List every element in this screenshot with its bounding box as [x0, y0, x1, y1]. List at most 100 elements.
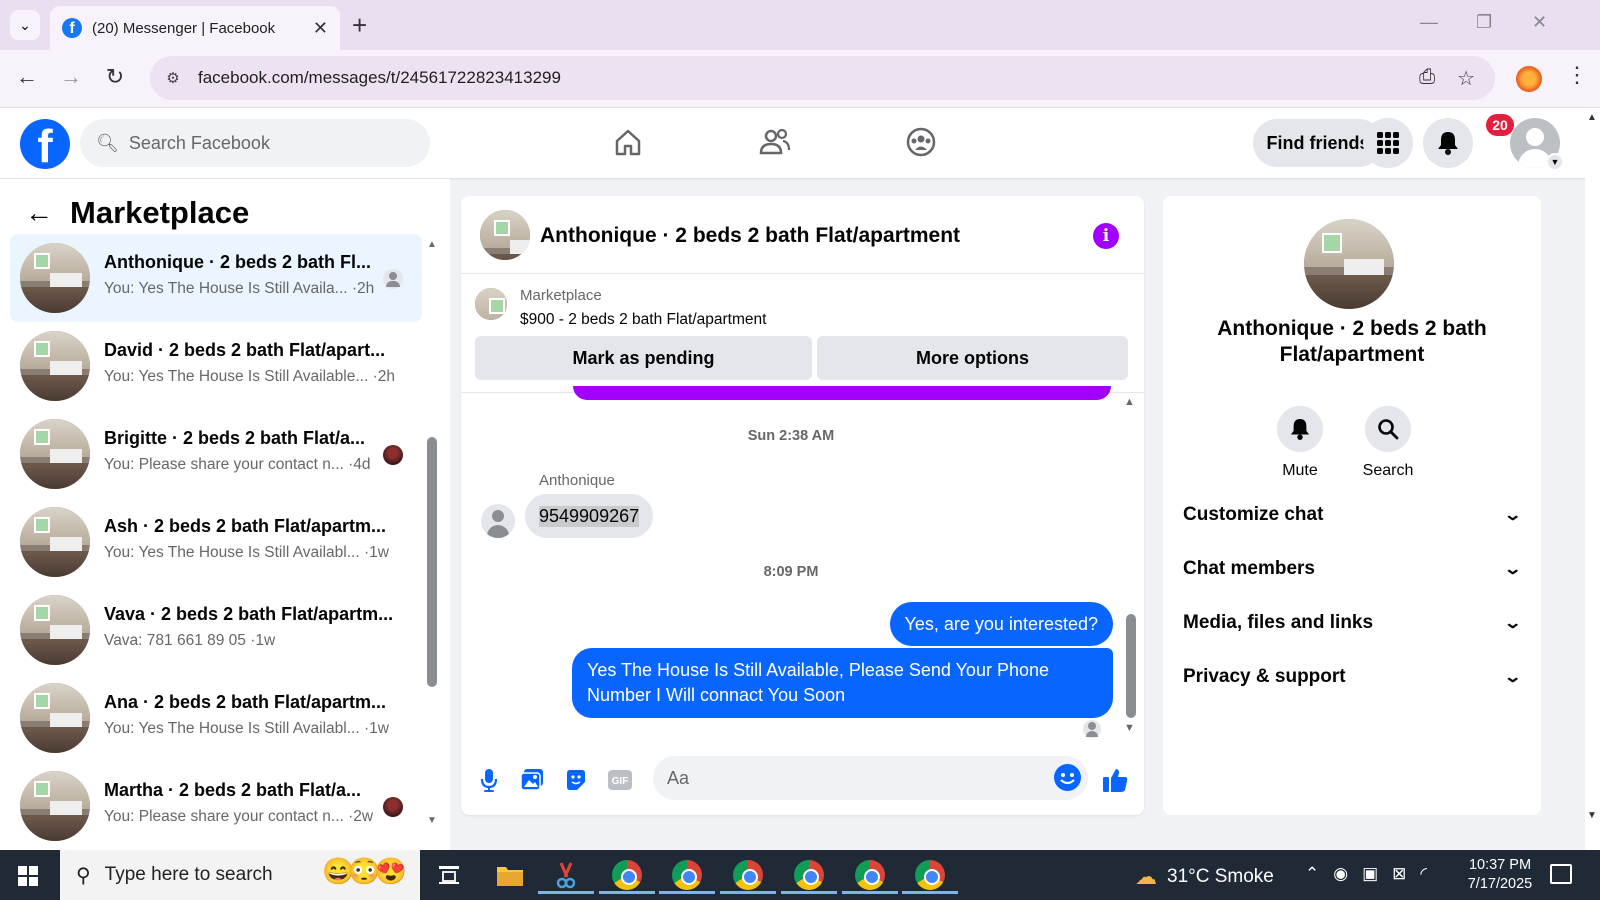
chrome-window-icon[interactable]	[842, 858, 898, 894]
back-icon[interactable]: ←	[12, 64, 42, 90]
network-icon[interactable]: ⊠	[1392, 864, 1406, 884]
conversation-preview: You: Please share your contact n... ·4d	[104, 456, 371, 473]
conversation-item[interactable]: David · 2 beds 2 bath Flat/apart... You:…	[10, 322, 422, 410]
more-options-button[interactable]: More options	[817, 336, 1128, 380]
facebook-logo-icon[interactable]: f	[20, 119, 70, 169]
smoke-weather-icon: ☁	[1135, 864, 1157, 889]
chrome-window-icon[interactable]	[659, 858, 715, 894]
page-scrollbar[interactable]: ▲ ▼	[1585, 108, 1600, 850]
account-chevron-icon[interactable]: ▼	[1546, 153, 1564, 171]
forward-icon[interactable]: →	[56, 64, 86, 90]
mute-button[interactable]: Mute	[1265, 406, 1335, 480]
customize-chat-row[interactable]: Customize chat ⌄	[1183, 504, 1522, 526]
install-app-icon[interactable]: ⎙	[1419, 66, 1435, 91]
listing-small-thumbnail	[475, 288, 507, 320]
message-composer: GIF Aa	[461, 749, 1144, 815]
media-files-links-row[interactable]: Media, files and links ⌄	[1183, 612, 1522, 634]
browser-tab[interactable]: f (20) Messenger | Facebook ✕	[50, 6, 340, 50]
conversation-item[interactable]: Anthonique · 2 beds 2 bath Fl... You: Ye…	[10, 234, 422, 322]
snipping-tool-icon[interactable]	[538, 858, 594, 894]
reload-icon[interactable]: ↻	[100, 64, 130, 90]
minimize-icon[interactable]: —	[1420, 12, 1438, 33]
chevron-down-icon: ⌄	[1502, 561, 1522, 578]
chrome-window-icon[interactable]	[599, 858, 655, 894]
chrome-window-icon[interactable]	[720, 858, 776, 894]
conversation-preview: You: Yes The House Is Still Available...…	[104, 368, 394, 385]
close-window-icon[interactable]: ✕	[1532, 12, 1547, 33]
weather-widget[interactable]: ☁ 31°C Smoke	[1135, 864, 1274, 890]
restore-icon[interactable]: ❐	[1476, 12, 1492, 33]
tab-search-button[interactable]: ⌄	[10, 10, 40, 40]
notifications-bell-icon[interactable]	[1423, 118, 1473, 168]
listing-thumbnail	[20, 419, 90, 489]
new-tab-button[interactable]: +	[352, 10, 367, 40]
conversation-item[interactable]: Brigitte · 2 beds 2 bath Flat/a... You: …	[10, 410, 422, 498]
browser-menu-icon[interactable]: ⋮	[1566, 62, 1588, 88]
extension-icon[interactable]	[1516, 66, 1542, 92]
scroll-down-arrow-icon[interactable]: ▼	[1124, 722, 1135, 734]
details-listing-thumbnail[interactable]	[1304, 219, 1394, 309]
site-info-icon[interactable]: ⚙	[162, 67, 184, 89]
file-explorer-icon[interactable]	[493, 858, 527, 892]
conversation-name: David · 2 beds 2 bath Flat/apart...	[104, 340, 386, 360]
chat-scrollbar[interactable]	[1126, 614, 1136, 718]
conversation-item[interactable]: Ash · 2 beds 2 bath Flat/apartm... You: …	[10, 498, 422, 586]
home-icon[interactable]	[608, 122, 648, 162]
chrome-window-icon[interactable]	[781, 858, 837, 894]
notification-center-icon[interactable]	[1550, 864, 1572, 884]
record-icon[interactable]: ◉	[1333, 864, 1348, 884]
scroll-up-arrow-icon[interactable]: ▲	[427, 239, 437, 250]
like-thumbs-up-icon[interactable]	[1101, 766, 1129, 794]
privacy-support-row[interactable]: Privacy & support ⌄	[1183, 666, 1522, 688]
message-input[interactable]: Aa	[653, 756, 1088, 800]
groups-icon[interactable]	[901, 122, 941, 162]
conversation-preview: You: Yes The House Is Still Availabl... …	[104, 720, 389, 737]
incoming-message[interactable]: 9549909267	[525, 494, 654, 538]
taskbar-clock[interactable]: 10:37 PM 7/17/2025	[1450, 856, 1550, 894]
sender-avatar[interactable]	[481, 504, 515, 538]
windows-start-icon[interactable]	[18, 866, 38, 886]
info-icon[interactable]: i	[1093, 223, 1119, 249]
svg-text:GIF: GIF	[612, 776, 629, 787]
listing-thumbnail	[20, 243, 90, 313]
listing-thumbnail	[20, 771, 90, 841]
scroll-up-arrow-icon[interactable]: ▲	[1124, 396, 1135, 408]
listing-description[interactable]: $900 - 2 beds 2 bath Flat/apartment	[520, 311, 766, 329]
listing-thumbnail	[20, 595, 90, 665]
conversation-list-scrollbar[interactable]	[427, 437, 437, 687]
chat-members-row[interactable]: Chat members ⌄	[1183, 558, 1522, 580]
search-highlight-emoji-icon[interactable]: 😄😳😍	[322, 856, 407, 887]
wifi-icon[interactable]: ◜	[1420, 864, 1427, 884]
tab-close-icon[interactable]: ✕	[313, 18, 328, 39]
sticker-icon[interactable]	[562, 766, 590, 794]
back-arrow-icon[interactable]: ←	[25, 197, 53, 229]
chrome-window-icon[interactable]	[902, 858, 958, 894]
meet-now-icon[interactable]: ▣	[1362, 864, 1378, 884]
scroll-down-arrow-icon[interactable]: ▼	[427, 815, 437, 826]
weather-text: 31°C Smoke	[1167, 866, 1274, 887]
chat-title[interactable]: Anthonique · 2 beds 2 bath Flat/apartmen…	[540, 224, 960, 248]
gif-icon[interactable]: GIF	[606, 766, 634, 794]
mark-as-pending-button[interactable]: Mark as pending	[475, 336, 812, 380]
address-bar[interactable]: ⚙ facebook.com/messages/t/24561722823413…	[150, 56, 1495, 100]
menu-grid-icon[interactable]	[1363, 118, 1413, 168]
outgoing-message[interactable]: Yes The House Is Still Available, Please…	[572, 648, 1113, 718]
mute-label: Mute	[1282, 462, 1318, 479]
chevron-up-icon[interactable]: ⌃	[1305, 864, 1319, 884]
emoji-icon[interactable]	[1054, 764, 1081, 791]
friends-icon[interactable]	[755, 122, 795, 162]
facebook-search-input[interactable]: 🔍︎ Search Facebook	[80, 119, 430, 167]
bookmark-star-icon[interactable]: ☆	[1457, 66, 1475, 91]
task-view-icon[interactable]	[432, 858, 466, 892]
search-in-chat-button[interactable]: Search	[1353, 406, 1423, 480]
browser-tab-strip: ⌄ f (20) Messenger | Facebook ✕ + — ❐ ✕	[0, 0, 1600, 50]
outgoing-message[interactable]: Yes, are you interested?	[889, 602, 1113, 646]
conversation-item[interactable]: Ana · 2 beds 2 bath Flat/apartm... You: …	[10, 674, 422, 762]
microphone-icon[interactable]	[475, 766, 503, 794]
photo-icon[interactable]	[518, 766, 546, 794]
chat-listing-thumbnail[interactable]	[480, 210, 530, 260]
conversation-item[interactable]: Martha · 2 beds 2 bath Flat/a... You: Pl…	[10, 762, 422, 850]
conversation-item[interactable]: Vava · 2 beds 2 bath Flat/apartm... Vava…	[10, 586, 422, 674]
section-label: Customize chat	[1183, 504, 1324, 525]
chat-header: Anthonique · 2 beds 2 bath Flat/apartmen…	[461, 196, 1144, 274]
